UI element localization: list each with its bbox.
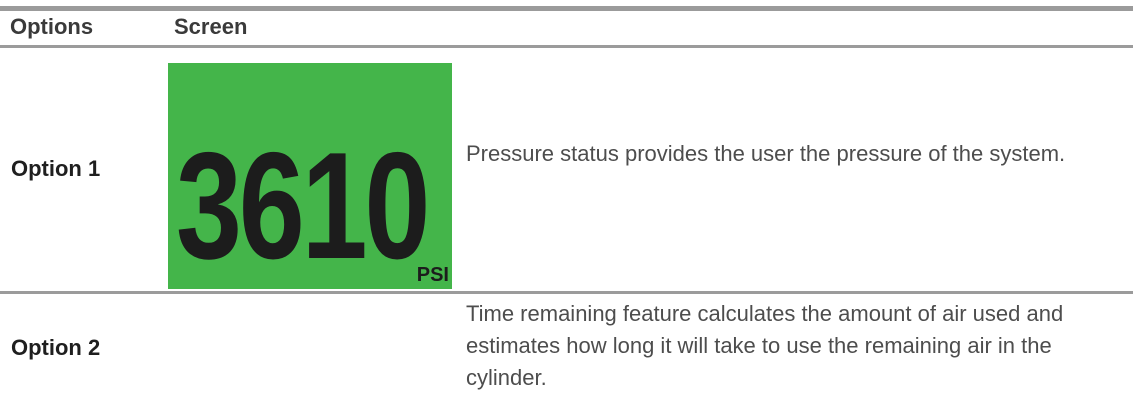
option-1-description: Pressure status provides the user the pr…: [466, 141, 1066, 166]
header-rule: [0, 45, 1133, 48]
table-top-rule: [0, 6, 1133, 11]
column-header-options: Options: [10, 14, 94, 39]
column-header-screen: Screen: [174, 14, 248, 39]
pressure-display-screen: 3610 PSI: [168, 63, 452, 289]
option-2-label: Option 2: [11, 335, 101, 360]
option-2-description: Time remaining feature calculates the am…: [466, 301, 1064, 390]
option-1-label: Option 1: [11, 156, 101, 181]
pressure-reading: 3610: [176, 121, 430, 291]
row-divider: [0, 291, 1133, 294]
pressure-unit: PSI: [416, 264, 449, 286]
